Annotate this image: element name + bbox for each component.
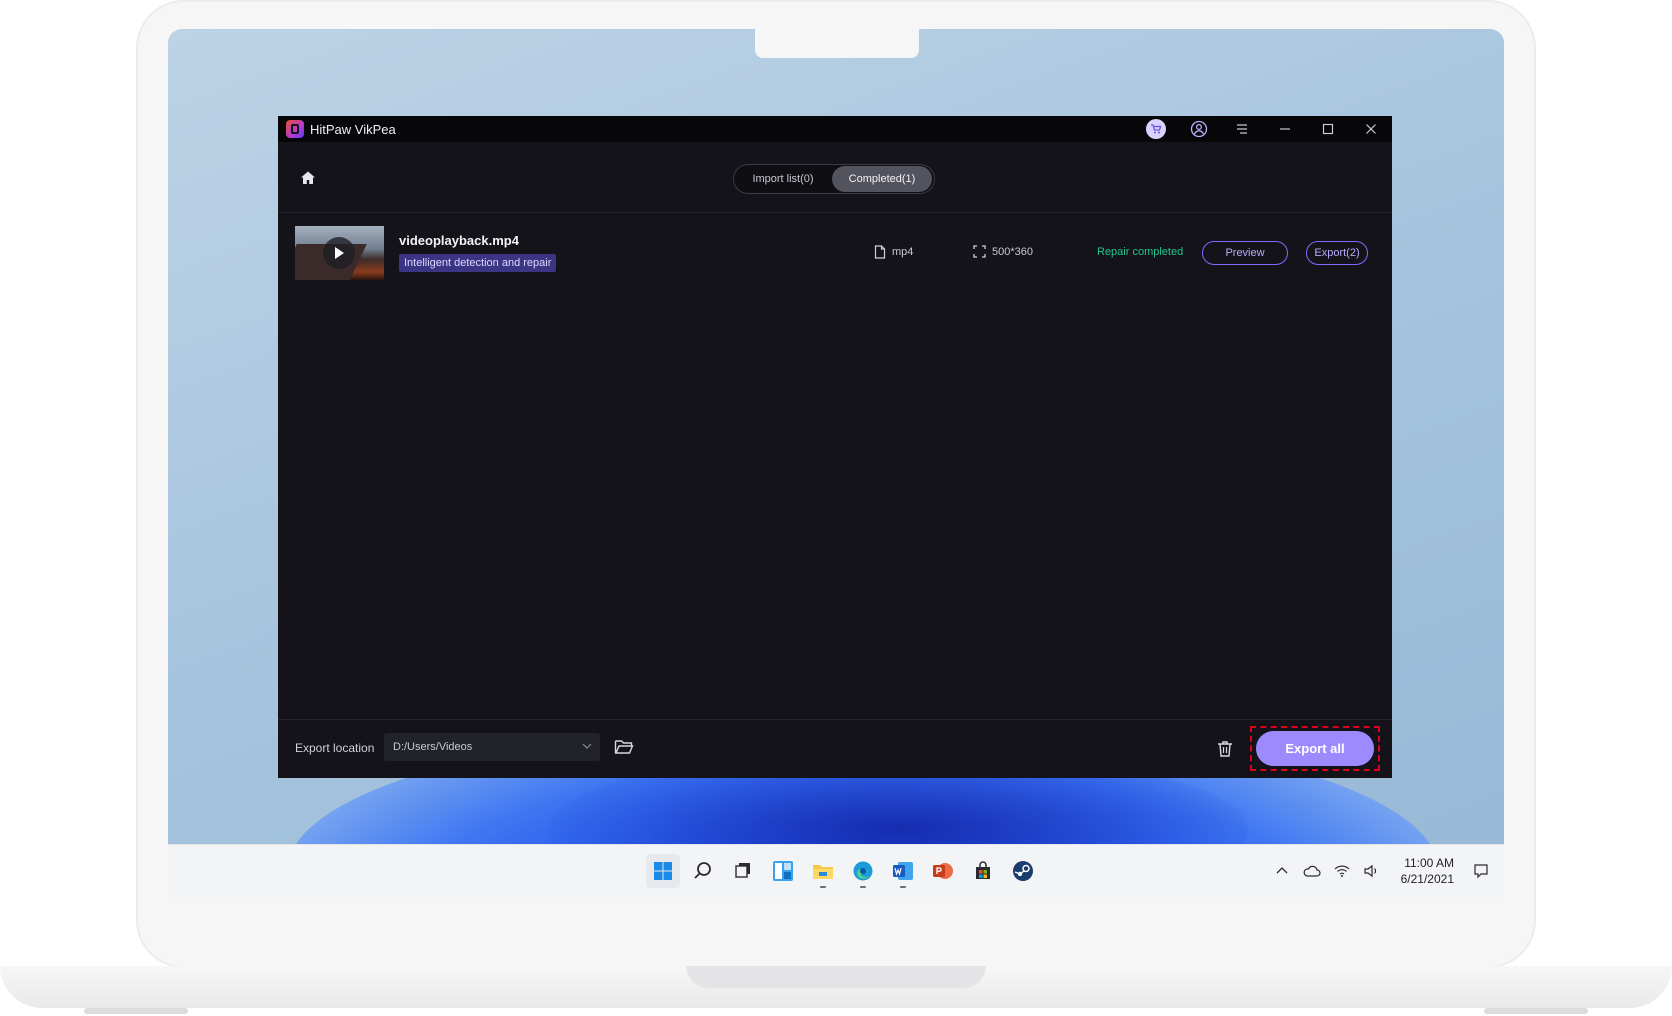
app-logo-icon [286,120,304,138]
search-icon [694,862,711,879]
title-bar: HitPaw VikPea [278,116,1392,142]
wifi-icon [1334,865,1350,877]
tray-overflow-button[interactable] [1273,862,1291,880]
minimize-icon [1279,128,1290,130]
tray-volume[interactable] [1363,862,1381,880]
export-location-value: D:/Users/Videos [393,741,473,753]
volume-icon [1364,864,1376,878]
file-format-label: mp4 [892,246,914,258]
home-icon [301,171,315,184]
resolution-icon [973,245,986,258]
cart-icon [1145,119,1166,139]
play-icon [335,247,344,259]
video-thumbnail[interactable] [295,226,384,280]
taskbar-word[interactable] [886,854,920,888]
close-icon [1365,124,1376,134]
repair-status: Repair completed [1097,246,1184,258]
edge-icon [853,861,873,881]
taskbar: 11:00 AM 6/21/2021 [168,844,1504,897]
taskbar-task-view[interactable] [726,854,760,888]
play-button[interactable] [323,237,355,269]
chevron-down-icon [582,743,592,749]
export-location-label: Export location [295,741,375,755]
clock-date: 6/21/2021 [1400,872,1454,886]
clock-time: 11:00 AM [1404,856,1454,870]
taskbar-edge[interactable] [846,854,880,888]
system-tray: 11:00 AM 6/21/2021 [1273,845,1504,897]
repair-mode-badge: Intelligent detection and repair [399,254,557,272]
notification-icon [1474,864,1488,879]
export-all-button[interactable]: Export all [1256,731,1374,766]
app-footer: Export location D:/Users/Videos Export a… [278,719,1392,778]
tray-onedrive[interactable] [1303,862,1321,880]
tab-import-list[interactable]: Import list(0) [734,166,832,192]
taskbar-widgets[interactable] [766,854,800,888]
file-row: videoplayback.mp4 Intelligent detection … [278,213,1392,293]
taskbar-steam[interactable] [1006,854,1040,888]
user-icon [1190,120,1207,138]
taskbar-store[interactable] [966,854,1000,888]
export-all-highlight: Export all [1250,726,1380,771]
close-button[interactable] [1349,116,1392,142]
widgets-icon [773,861,793,881]
taskbar-apps [646,853,1040,889]
account-button[interactable] [1177,116,1220,142]
cloud-icon [1303,865,1321,877]
file-icon [874,245,886,259]
tray-network[interactable] [1333,862,1351,880]
cart-button[interactable] [1134,116,1177,142]
menu-icon [1236,124,1247,134]
app-header: Import list(0) Completed(1) [278,142,1392,213]
maximize-icon [1322,123,1333,135]
tab-switcher: Import list(0) Completed(1) [733,164,935,194]
file-resolution-label: 500*360 [992,245,1033,258]
laptop-base-notch [686,966,986,988]
app-window: HitPaw VikPea Import list(0) Completed(1… [278,116,1392,778]
trash-icon[interactable] [1215,739,1235,759]
export-button[interactable]: Export(2) [1306,241,1368,265]
file-explorer-icon [813,865,833,879]
steam-icon [1013,861,1033,881]
maximize-button[interactable] [1306,116,1349,142]
preview-button[interactable]: Preview [1202,241,1288,265]
menu-button[interactable] [1220,116,1263,142]
file-resolution: 500*360 [973,245,1033,258]
laptop-foot-right [1484,1008,1588,1014]
powerpoint-icon [933,863,953,879]
home-button[interactable] [298,168,318,188]
taskbar-file-explorer[interactable] [806,854,840,888]
camera-notch [755,29,919,58]
title-bar-controls [1134,116,1392,142]
folder-open-icon[interactable] [614,738,634,756]
word-icon [893,862,913,880]
laptop-foot-left [84,1008,188,1014]
windows-start-icon [654,862,672,880]
notification-button[interactable] [1472,862,1490,880]
tab-completed[interactable]: Completed(1) [832,166,932,192]
start-button[interactable] [646,854,680,888]
taskbar-powerpoint[interactable] [926,854,960,888]
taskbar-search[interactable] [686,854,720,888]
export-location-select[interactable]: D:/Users/Videos [384,733,600,761]
taskbar-clock[interactable]: 11:00 AM 6/21/2021 [1401,855,1454,887]
file-format: mp4 [874,245,913,259]
app-title: HitPaw VikPea [310,121,396,137]
file-name: videoplayback.mp4 [399,233,519,248]
chevron-up-icon [1276,867,1288,874]
store-icon [976,861,990,879]
minimize-button[interactable] [1263,116,1306,142]
task-view-icon [735,863,750,878]
